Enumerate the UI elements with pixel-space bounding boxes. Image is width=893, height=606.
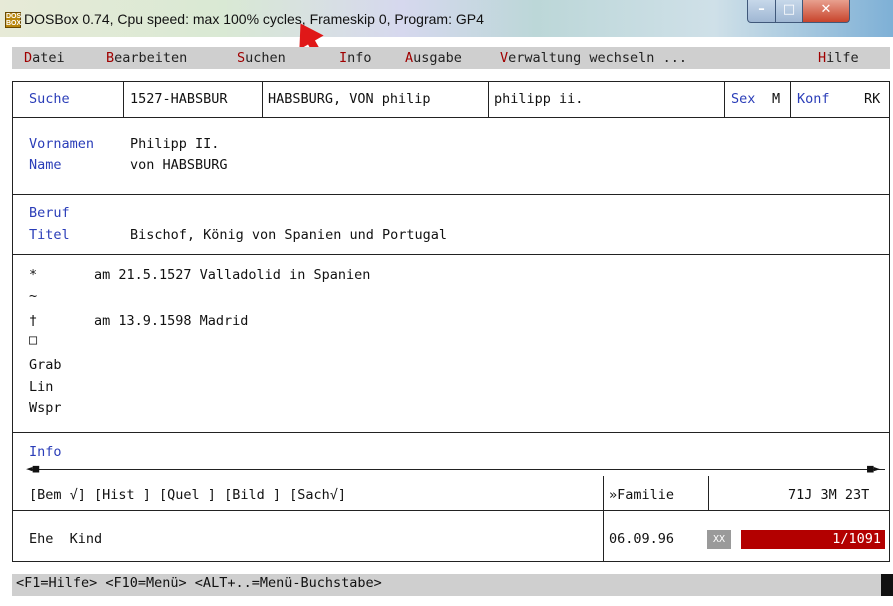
divider (12, 432, 890, 433)
window-titlebar[interactable]: DOS BOX DOSBox 0.74, Cpu speed: max 100% … (0, 0, 893, 37)
lin-label: Lin (29, 379, 54, 395)
scroll-left-icon[interactable]: ◄■ (26, 463, 39, 475)
dosbox-app-icon: DOS BOX (5, 12, 22, 28)
divider (12, 81, 13, 561)
divider (12, 510, 890, 511)
ehe-kind-label[interactable]: Ehe Kind (29, 530, 102, 548)
name-value[interactable]: von HABSBURG (130, 156, 228, 174)
divider (488, 81, 489, 117)
birth-symbol: * (29, 267, 38, 283)
search-label: Suche (29, 91, 70, 107)
titel-label: Titel (29, 227, 70, 243)
divider (12, 254, 890, 255)
birth-value[interactable]: am 21.5.1527 Valladolid in Spanien (94, 266, 370, 284)
sex-label: Sex (731, 91, 756, 107)
divider (603, 510, 604, 561)
name-label: Name (29, 157, 62, 173)
search-key-field[interactable]: 1527-HABSBUR (130, 90, 228, 108)
date-value: 06.09.96 (609, 531, 675, 547)
menu-hilfe[interactable]: Hilfe (818, 50, 859, 66)
wspr-label: Wspr (29, 400, 62, 416)
divider (790, 81, 791, 117)
death-symbol: † (29, 313, 38, 329)
divider (889, 81, 890, 561)
divider (123, 81, 124, 117)
konf-value[interactable]: RK (864, 90, 880, 108)
vornamen-label: Vornamen (29, 136, 95, 152)
close-icon: ✕ (820, 2, 832, 17)
scroll-right-icon[interactable]: ■► (867, 463, 880, 475)
divider (12, 561, 890, 562)
marker-box: XX (707, 530, 731, 549)
menu-suchen[interactable]: Suchen (237, 50, 286, 66)
konf-label: Konf (797, 91, 830, 107)
record-pager: 1/1091 (741, 530, 885, 549)
search-firstname-field[interactable]: philipp ii. (494, 90, 583, 108)
divider (262, 81, 263, 117)
menu-datei[interactable]: Datei (24, 50, 65, 66)
window-title: DOSBox 0.74, Cpu speed: max 100% cycles,… (24, 11, 484, 27)
divider (603, 476, 604, 510)
info-scrollbar[interactable] (29, 469, 885, 470)
maximize-icon: □ (782, 2, 796, 17)
divider (708, 476, 709, 510)
burial-symbol: □ (29, 332, 38, 348)
divider (12, 81, 890, 82)
minimize-icon: – (758, 2, 765, 17)
death-value[interactable]: am 13.9.1598 Madrid (94, 312, 248, 330)
familie-link[interactable]: »Familie (609, 486, 674, 504)
sex-value[interactable]: M (772, 90, 780, 108)
menu-ausgabe[interactable]: Ausgabe (405, 50, 462, 66)
menu-verwaltung[interactable]: Verwaltung wechseln ... (500, 50, 687, 66)
grab-label: Grab (29, 357, 62, 373)
status-text: <F1=Hilfe> <F10=Menü> <ALT+..=Menü-Buchs… (16, 575, 382, 591)
baptism-symbol: ~ (29, 288, 38, 304)
divider (12, 194, 890, 195)
menu-info[interactable]: Info (339, 50, 372, 66)
info-label: Info (29, 444, 62, 460)
minimize-button[interactable]: – (747, 0, 776, 23)
status-bar: <F1=Hilfe> <F10=Menü> <ALT+..=Menü-Buchs… (12, 574, 890, 596)
close-button[interactable]: ✕ (802, 0, 850, 23)
divider (724, 81, 725, 117)
search-name-field[interactable]: HABSBURG, VON philip (268, 90, 431, 108)
beruf-label: Beruf (29, 205, 70, 221)
menu-bar: Datei Bearbeiten Suchen Info Ausgabe Ver… (12, 47, 890, 69)
maximize-button[interactable]: □ (775, 0, 803, 23)
status-cursor (881, 574, 893, 596)
menu-bearbeiten[interactable]: Bearbeiten (106, 50, 187, 66)
divider (12, 117, 890, 118)
titel-value[interactable]: Bischof, König von Spanien und Portugal (130, 226, 447, 244)
age-value: 71J 3M 23T (788, 487, 870, 503)
vornamen-value[interactable]: Philipp II. (130, 135, 219, 153)
info-flags[interactable]: [Bem √] [Hist ] [Quel ] [Bild ] [Sach√] (29, 486, 346, 504)
